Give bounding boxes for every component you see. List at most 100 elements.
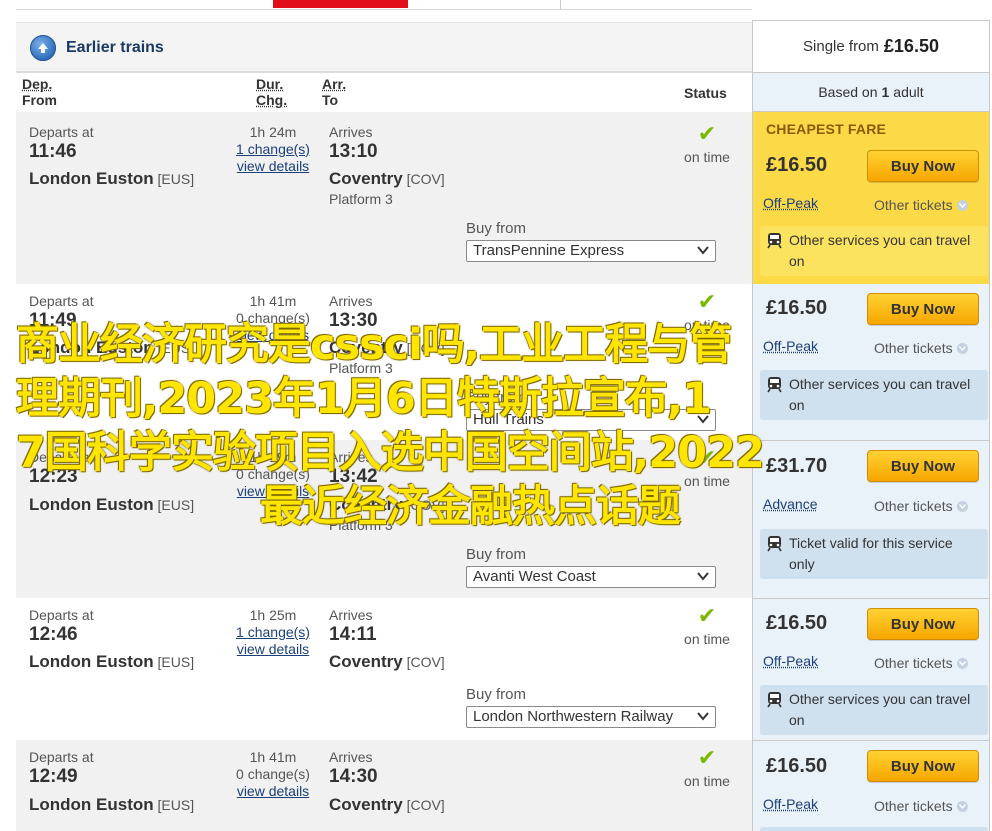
single-from-price: £16.50 (883, 36, 939, 56)
other-tickets-label: Other tickets (874, 340, 953, 356)
changes-link[interactable]: 1 change(s) (218, 141, 328, 158)
arrival-time: 14:11 (329, 624, 377, 645)
departure-time: 11:46 (29, 141, 77, 162)
origin-code: [EUS] (157, 654, 195, 670)
overlay-line-1: 商业经济研究是cssci吗,工业工程与管 (16, 320, 732, 370)
buy-now-button[interactable]: Buy Now (867, 150, 979, 182)
operator-select[interactable]: Avanti West Coast (466, 566, 716, 588)
journey-row[interactable]: Departs at 12:49 London Euston [EUS] 1h … (16, 740, 752, 831)
departs-label: Departs at (29, 124, 94, 140)
arrives-label: Arrives (329, 124, 373, 140)
adult-count: 1 (881, 84, 890, 100)
check-icon: ✔ (697, 603, 717, 628)
check-icon: ✔ (697, 289, 717, 314)
other-tickets-toggle[interactable]: Other tickets (874, 340, 968, 356)
arrival-time: 14:30 (329, 766, 378, 787)
header-dep-label: Dep. (22, 76, 53, 92)
header-arrival[interactable]: Arr. To (322, 76, 346, 108)
changes-link[interactable]: 1 change(s) (218, 624, 328, 641)
header-departure[interactable]: Dep. From (22, 76, 57, 108)
header-duration[interactable]: Dur. Chg. (256, 76, 287, 108)
fare-panel: £16.50 Buy Now Off-Peak Other tickets (752, 740, 990, 831)
check-icon: ✔ (697, 121, 717, 146)
tab-divider (560, 0, 561, 9)
operator-select[interactable]: London Northwestern Railway (466, 706, 716, 728)
other-tickets-label: Other tickets (874, 798, 953, 814)
overlay-line-3: 7国科学实验项目入选中国空间站,2022 (16, 428, 765, 478)
chevron-down-icon (956, 800, 968, 812)
buy-now-button[interactable]: Buy Now (867, 293, 979, 325)
destination-station: Coventry [COV] (329, 653, 445, 671)
destination-code: [COV] (406, 171, 445, 187)
duration: 1h 41m (249, 749, 297, 765)
view-details-link[interactable]: view details (218, 783, 328, 800)
status-text: on time (684, 773, 730, 789)
origin-station: London Euston [EUS] (29, 170, 194, 188)
other-tickets-toggle[interactable]: Other tickets (874, 197, 968, 213)
fare-info-box: Other services you can travel on (760, 685, 988, 735)
single-fare-summary: Single from £16.50 (752, 20, 990, 72)
earlier-trains-button[interactable]: Earlier trains (30, 35, 164, 61)
header-to-label: To (322, 92, 339, 108)
train-icon (767, 536, 782, 552)
chevron-down-icon (697, 712, 709, 721)
status-text: on time (684, 631, 730, 647)
departs-label: Departs at (29, 293, 94, 309)
up-arrow-circle-icon[interactable] (30, 35, 56, 61)
buy-now-button[interactable]: Buy Now (867, 750, 979, 782)
fare-info-box: Ticket valid for this service only (760, 529, 988, 579)
fare-type-link[interactable]: Off-Peak (763, 796, 818, 812)
journey-row[interactable]: Departs at 11:46 London Euston [EUS] 1h … (16, 112, 752, 284)
view-details-link[interactable]: view details (218, 158, 328, 175)
other-tickets-label: Other tickets (874, 655, 953, 671)
operator-selected: TransPennine Express (473, 242, 625, 259)
operator-selected: London Northwestern Railway (473, 708, 674, 725)
fare-type-link[interactable]: Off-Peak (763, 195, 818, 211)
train-icon (767, 233, 782, 249)
status-text: on time (684, 149, 730, 165)
fare-info-box: Other services you can travel on (760, 226, 988, 276)
duration: 1h 25m (249, 607, 297, 623)
destination-station: Coventry [COV] (329, 796, 445, 814)
duration: 1h 24m (249, 124, 297, 140)
operator-select[interactable]: TransPennine Express (466, 240, 716, 262)
fare-info-text: Other services you can travel on (789, 232, 971, 269)
departure-time: 12:49 (29, 766, 78, 787)
train-icon (767, 692, 782, 708)
header-arr-label: Arr. (322, 76, 347, 92)
view-details-link[interactable]: view details (218, 641, 328, 658)
origin-name: London Euston (29, 795, 154, 814)
buy-now-button[interactable]: Buy Now (867, 450, 979, 482)
destination-name: Coventry (329, 795, 403, 814)
duration-block: 1h 25m 1 change(s) view details (218, 607, 328, 658)
chevron-down-icon (956, 500, 968, 512)
other-tickets-toggle[interactable]: Other tickets (874, 498, 968, 514)
header-dur-label: Dur. (256, 76, 284, 92)
adult-label: adult (893, 84, 924, 100)
fare-panel-cheapest: CHEAPEST FARE £16.50 Buy Now Off-Peak Ot… (752, 112, 990, 284)
fare-type-link[interactable]: Off-Peak (763, 653, 818, 669)
changes-text: 0 change(s) (236, 766, 310, 782)
fare-price: £16.50 (766, 755, 828, 777)
fare-info-box-partial (760, 827, 988, 831)
destination-name: Coventry (329, 652, 403, 671)
header-from-label: From (22, 92, 57, 108)
destination-code: [COV] (406, 654, 445, 670)
destination-code: [COV] (406, 797, 445, 813)
other-tickets-label: Other tickets (874, 197, 953, 213)
duration: 1h 41m (249, 293, 297, 309)
journey-row[interactable]: Departs at 12:46 London Euston [EUS] 1h … (16, 598, 752, 740)
arrival-time: 13:10 (329, 141, 378, 162)
other-tickets-toggle[interactable]: Other tickets (874, 655, 968, 671)
earlier-trains-label[interactable]: Earlier trains (66, 39, 164, 57)
operator-selected: Avanti West Coast (473, 568, 596, 585)
origin-code: [EUS] (157, 797, 195, 813)
active-tab-indicator[interactable] (273, 0, 408, 8)
overlay-line-2: 理期刊,2023年1月6日特斯拉宣布,1 (16, 374, 712, 424)
duration-block: 1h 41m 0 change(s) view details (218, 749, 328, 800)
chevron-down-icon (956, 342, 968, 354)
duration-block: 1h 24m 1 change(s) view details (218, 124, 328, 175)
other-tickets-toggle[interactable]: Other tickets (874, 798, 968, 814)
based-on-label: Based on (818, 84, 878, 100)
buy-now-button[interactable]: Buy Now (867, 608, 979, 640)
